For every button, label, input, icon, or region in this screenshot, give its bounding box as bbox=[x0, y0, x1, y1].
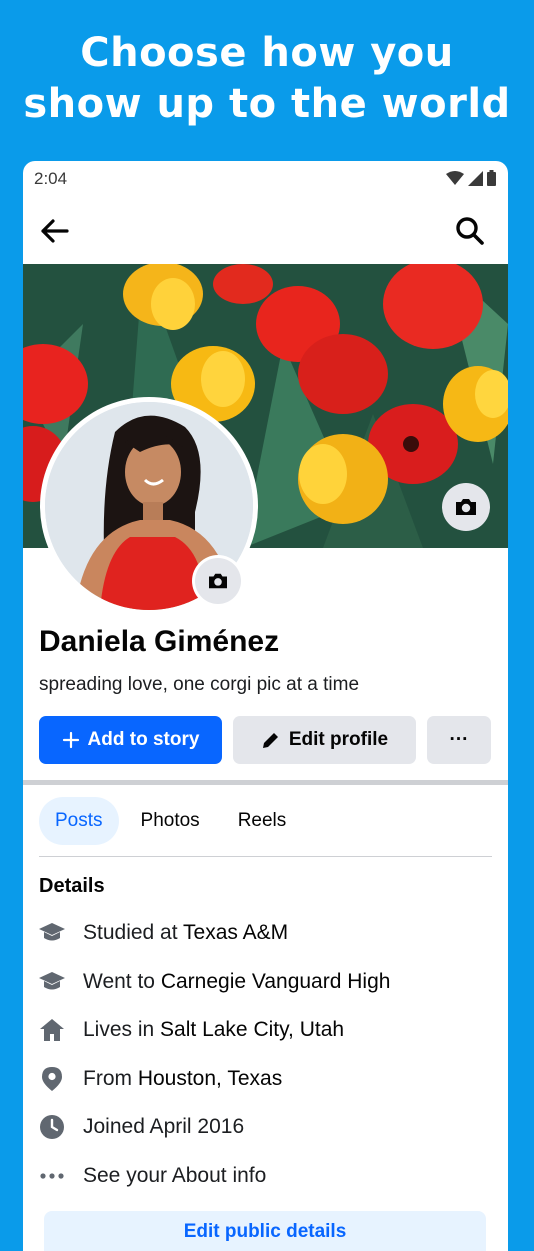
detail-text: Joined April 2016 bbox=[83, 1115, 245, 1139]
plus-icon bbox=[62, 731, 79, 749]
tabs-divider bbox=[39, 856, 492, 857]
section-divider bbox=[23, 780, 508, 785]
detail-prefix: From bbox=[83, 1066, 138, 1090]
profile-camera-button[interactable] bbox=[195, 558, 241, 604]
detail-text: See your About info bbox=[83, 1163, 267, 1187]
more-dots-icon bbox=[37, 1161, 67, 1191]
detail-prefix: Went to bbox=[83, 969, 161, 993]
detail-value: Salt Lake City, Utah bbox=[160, 1018, 345, 1042]
back-arrow-icon[interactable] bbox=[37, 213, 73, 249]
edit-profile-label: Edit profile bbox=[288, 729, 389, 750]
add-to-story-label: Add to story bbox=[87, 729, 200, 750]
signal-icon bbox=[468, 170, 483, 186]
camera-icon bbox=[456, 499, 476, 515]
detail-from[interactable]: From Houston, Texas bbox=[37, 1055, 497, 1104]
add-to-story-button[interactable]: Add to story bbox=[39, 716, 222, 764]
detail-joined[interactable]: Joined April 2016 bbox=[37, 1103, 497, 1152]
headline: Choose how you show up to the world bbox=[0, 28, 534, 130]
pencil-icon bbox=[262, 733, 278, 748]
profile-name: Daniela Giménez bbox=[39, 625, 280, 658]
clock-icon bbox=[37, 1112, 67, 1142]
headline-line-2: show up to the world bbox=[23, 81, 511, 127]
detail-lives-in[interactable]: Lives in Salt Lake City, Utah bbox=[37, 1006, 497, 1055]
detail-prefix: Lives in bbox=[83, 1018, 161, 1042]
location-pin-icon bbox=[37, 1064, 67, 1094]
cover-camera-button[interactable] bbox=[442, 483, 490, 531]
status-icons bbox=[446, 170, 496, 186]
edit-profile-button[interactable]: Edit profile bbox=[233, 716, 416, 764]
wifi-icon bbox=[446, 171, 464, 185]
phone-screen: 2:04 Daniela Giménez spreading love, one… bbox=[23, 161, 508, 1251]
detail-prefix: Studied at bbox=[83, 921, 184, 945]
camera-icon bbox=[209, 573, 227, 589]
headline-line-1: Choose how you bbox=[80, 30, 454, 76]
edit-public-details-label: Edit public details bbox=[183, 1221, 347, 1242]
tab-photos[interactable]: Photos bbox=[125, 797, 216, 845]
profile-bio: spreading love, one corgi pic at a time bbox=[39, 674, 360, 695]
battery-icon bbox=[487, 170, 496, 186]
more-options-button[interactable]: ··· bbox=[427, 716, 491, 764]
details-heading: Details bbox=[39, 875, 105, 897]
graduation-cap-icon bbox=[37, 967, 67, 997]
detail-studied[interactable]: Studied at Texas A&M bbox=[37, 909, 497, 958]
home-icon bbox=[37, 1015, 67, 1045]
tab-reels[interactable]: Reels bbox=[222, 797, 303, 845]
status-time: 2:04 bbox=[34, 169, 68, 188]
detail-see-about[interactable]: See your About info bbox=[37, 1152, 497, 1201]
search-icon[interactable] bbox=[452, 213, 488, 249]
graduation-cap-icon bbox=[37, 918, 67, 948]
detail-went-to[interactable]: Went to Carnegie Vanguard High bbox=[37, 958, 497, 1007]
edit-public-details-button[interactable]: Edit public details bbox=[44, 1211, 486, 1251]
profile-tabs: Posts Photos Reels bbox=[39, 797, 302, 847]
details-list: Studied at Texas A&M Went to Carnegie Va… bbox=[37, 909, 497, 1200]
detail-value: Houston, Texas bbox=[137, 1066, 283, 1090]
detail-value: Texas A&M bbox=[183, 921, 289, 945]
detail-value: Carnegie Vanguard High bbox=[160, 969, 391, 993]
more-dots-icon: ··· bbox=[449, 729, 469, 750]
status-bar: 2:04 bbox=[23, 161, 508, 197]
tab-posts[interactable]: Posts bbox=[39, 797, 119, 845]
app-bar bbox=[23, 199, 508, 263]
